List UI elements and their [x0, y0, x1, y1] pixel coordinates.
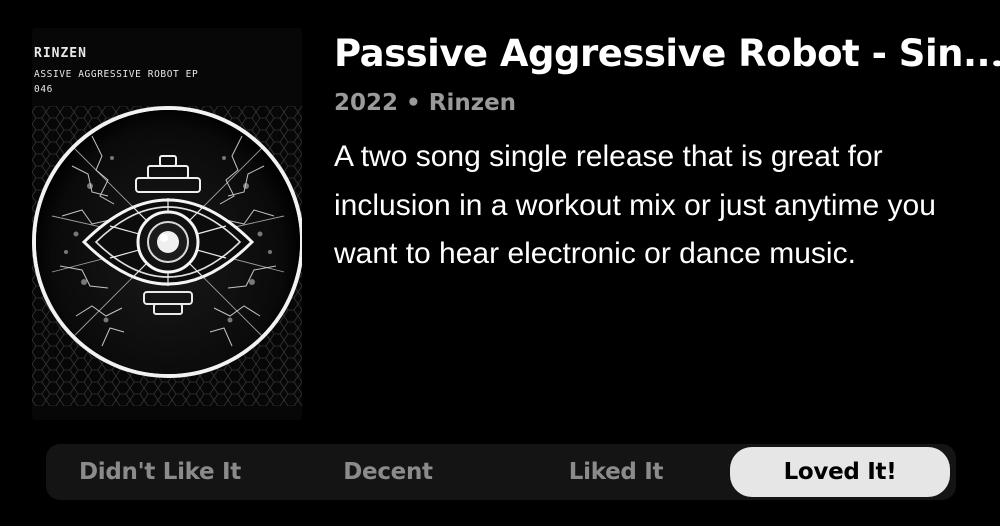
rating-liked-it-button[interactable]: Liked It: [502, 447, 730, 497]
rating-segmented-control: Didn't Like It Decent Liked It Loved It!: [46, 444, 956, 500]
rating-decent-button[interactable]: Decent: [274, 447, 502, 497]
album-artwork: RINZEN ASSIVE AGGRESSIVE ROBOT EP 046: [32, 28, 302, 420]
artwork-eye-emblem: [32, 106, 302, 406]
artwork-release-text: ASSIVE AGGRESSIVE ROBOT EP: [34, 69, 199, 80]
rating-didnt-like-it-button[interactable]: Didn't Like It: [46, 447, 274, 497]
artwork-catalog-text: 046: [34, 84, 53, 95]
artwork-artist-text: RINZEN: [34, 46, 87, 61]
album-description: A two song single release that is great …: [334, 140, 936, 270]
album-detail-page: RINZEN ASSIVE AGGRESSIVE ROBOT EP 046 Pa…: [0, 0, 1000, 526]
album-title: Passive Aggressive Robot - Sin..♪: [334, 32, 1000, 75]
album-year-artist: 2022 • Rinzen: [334, 90, 517, 116]
rating-loved-it-button[interactable]: Loved It!: [730, 447, 950, 497]
